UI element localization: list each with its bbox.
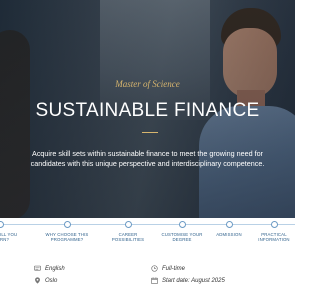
- progress-dot: [225, 221, 233, 228]
- fact-language: English: [34, 265, 65, 272]
- progress-dot: [178, 221, 186, 228]
- calendar-icon: [151, 277, 158, 284]
- progress-dot: [0, 221, 4, 228]
- clock-icon: [151, 265, 158, 272]
- fact-location-value: Oslo: [45, 277, 58, 284]
- fact-location: Oslo: [34, 277, 57, 284]
- fact-pace: Full-time: [151, 265, 185, 272]
- fact-language-value: English: [45, 265, 65, 272]
- progress-step-label: CAREER POSSIBILITIES: [111, 232, 145, 242]
- title-divider: [142, 132, 158, 133]
- progress-step-practical[interactable]: PRACTICAL INFORMATION: [244, 221, 295, 242]
- programme-page: Master of Science SUSTAINABLE FINANCE Ac…: [0, 0, 295, 296]
- progress-step-label: WHY CHOOSE THIS PROGRAMME?: [45, 232, 89, 242]
- page-title: SUSTAINABLE FINANCE: [35, 100, 260, 121]
- progress-dot: [270, 221, 278, 228]
- progress-dot: [63, 221, 71, 228]
- progress-step-why-choose[interactable]: WHY CHOOSE THIS PROGRAMME?: [37, 221, 97, 242]
- location-pin-icon: [34, 277, 41, 284]
- fact-start-date: Start date: August 2025: [151, 277, 225, 284]
- progress-step-label: ILL YOU RN?: [0, 232, 18, 242]
- progress-step-intro[interactable]: ILL YOU RN?: [0, 221, 30, 242]
- fact-pace-value: Full-time: [162, 265, 186, 272]
- programme-facts: English Oslo Full-time Start date: Augus…: [0, 260, 295, 296]
- language-icon: [34, 265, 41, 272]
- hero-description: Acquire skill sets within sustainable fi…: [30, 149, 265, 168]
- degree-subtitle: Master of Science: [115, 79, 180, 89]
- fact-start-date-value: Start date: August 2025: [162, 277, 225, 284]
- progress-dot: [124, 221, 132, 228]
- hero-text: Master of Science SUSTAINABLE FINANCE Ac…: [0, 0, 295, 218]
- hero-banner: Master of Science SUSTAINABLE FINANCE Ac…: [0, 0, 295, 218]
- progress-step-career[interactable]: CAREER POSSIBILITIES: [98, 221, 158, 242]
- section-progress-nav: ILL YOU RN? WHY CHOOSE THIS PROGRAMME? C…: [0, 218, 295, 260]
- progress-step-label: PRACTICAL INFORMATION: [258, 232, 290, 242]
